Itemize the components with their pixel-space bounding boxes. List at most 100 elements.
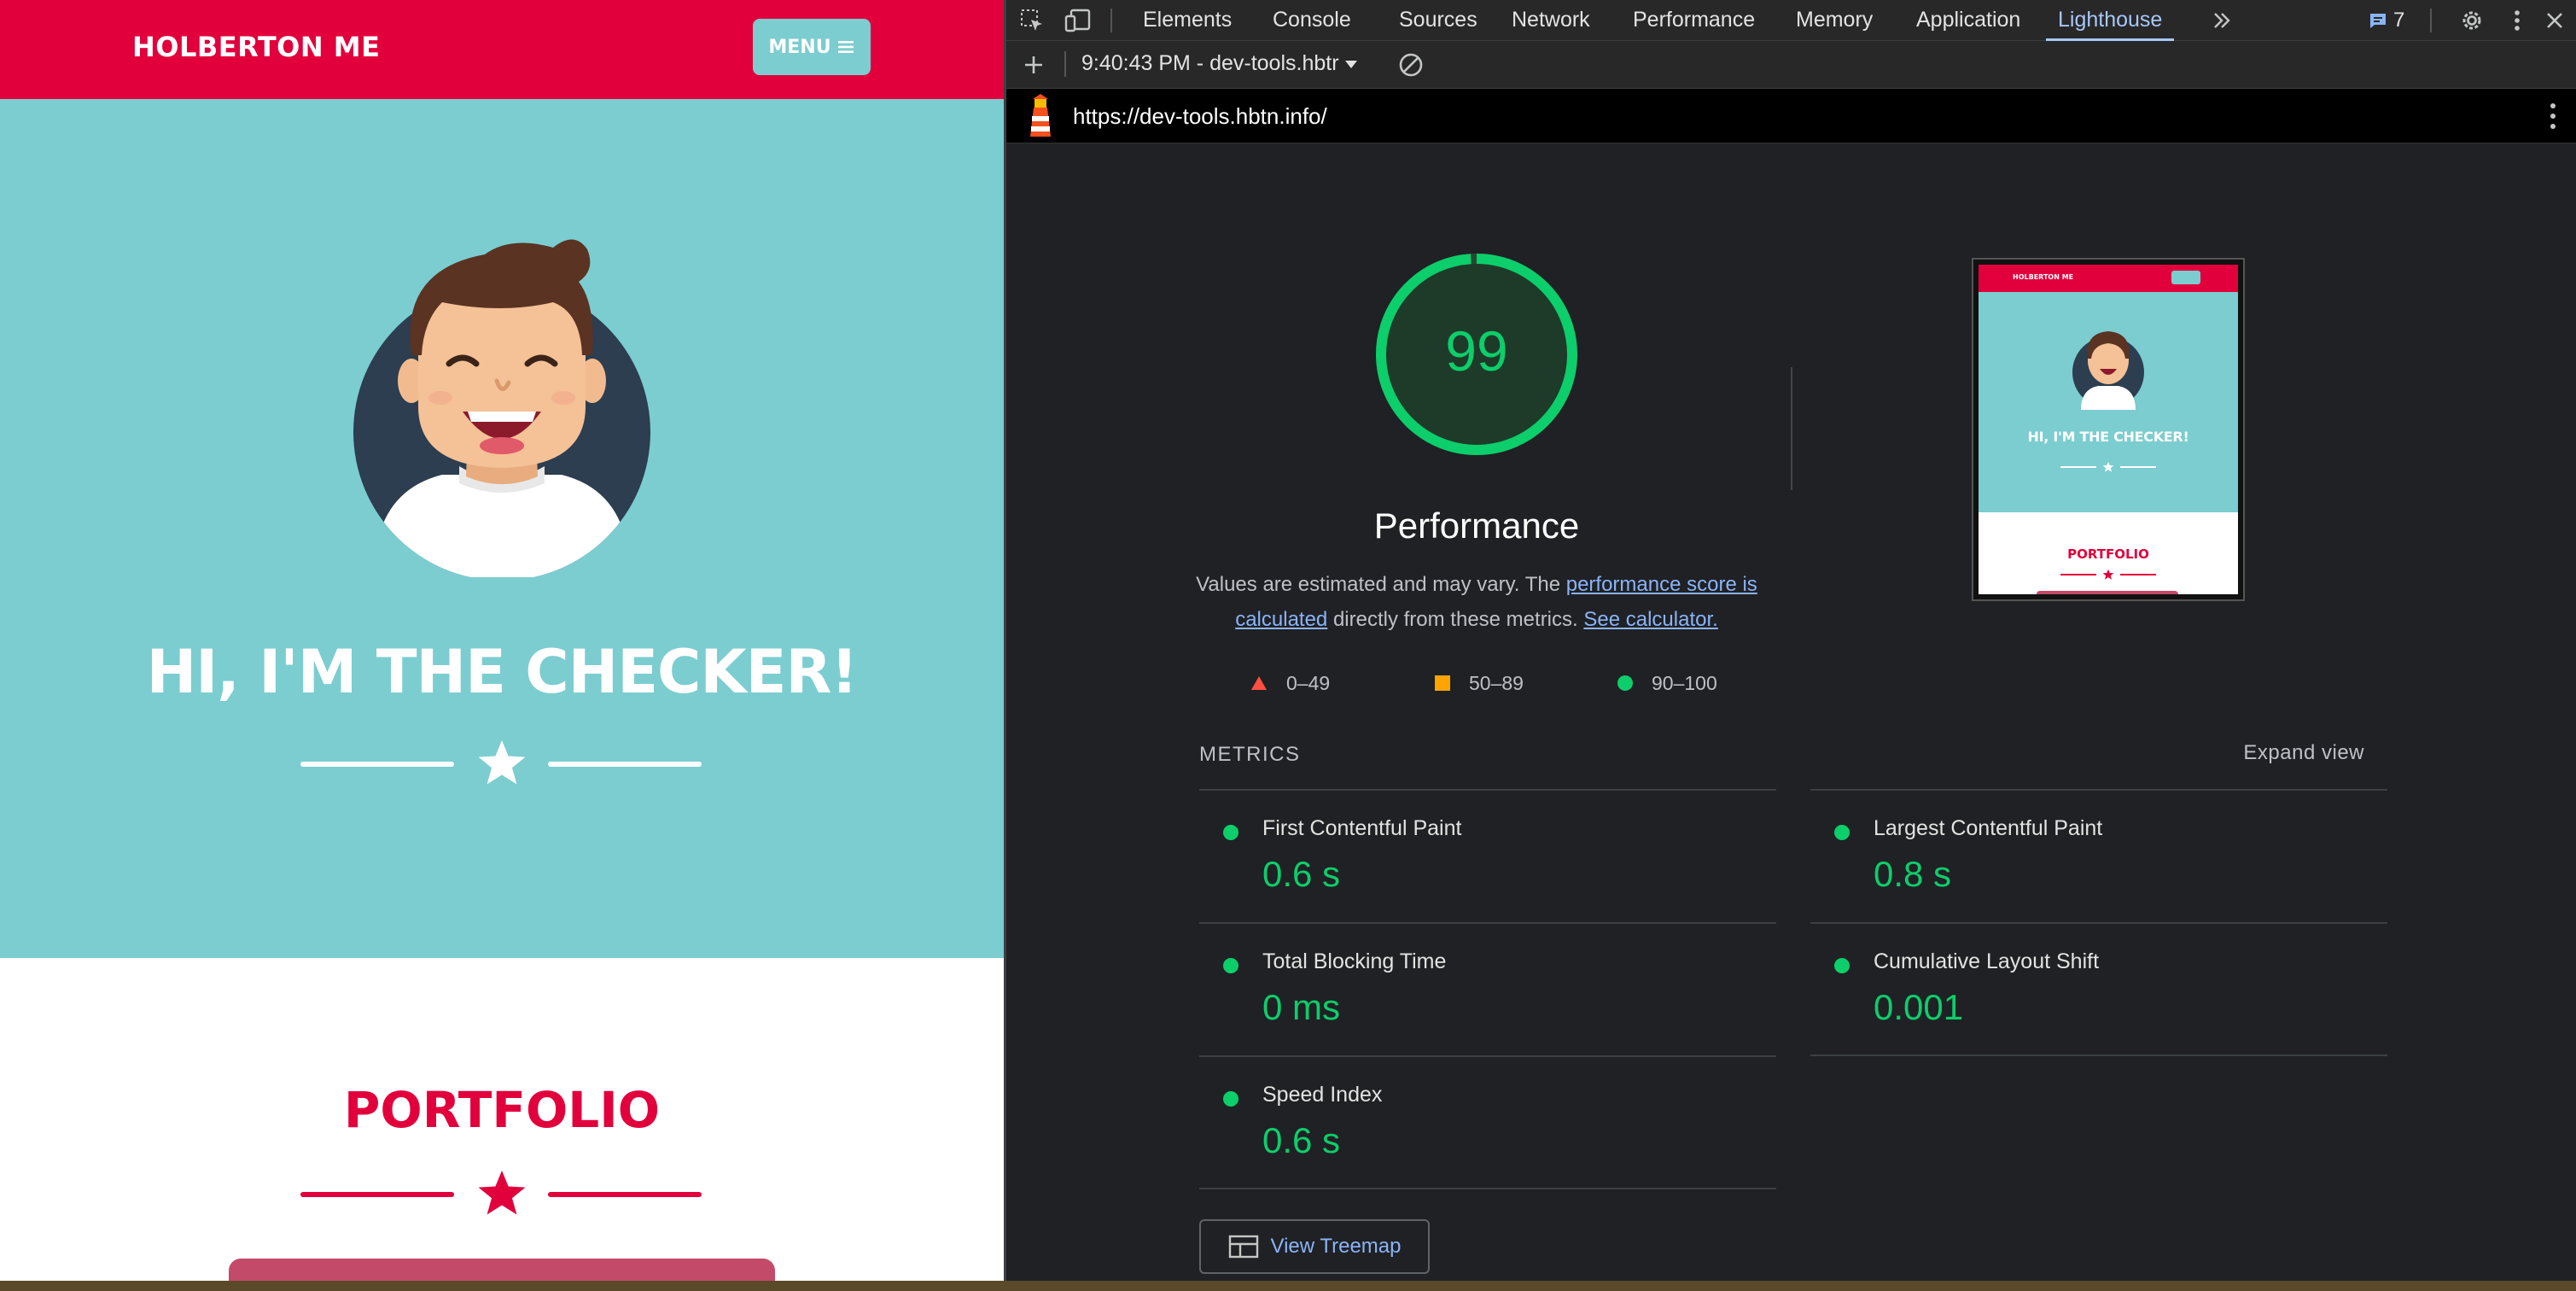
metric-name: Cumulative Layout Shift — [1874, 949, 2100, 973]
expand-view-toggle[interactable]: Expand view — [2243, 741, 2364, 765]
pass-indicator — [1834, 825, 1850, 840]
metric-name: Total Blocking Time — [1262, 949, 1447, 973]
website-viewport: HOLBERTON ME MENU HI, I'M THE CHECKER! P… — [0, 0, 1004, 1281]
tab-network[interactable]: Network — [1512, 0, 1590, 41]
menu-button[interactable]: MENU — [753, 19, 871, 75]
dropdown-arrow-icon — [1344, 60, 1357, 68]
circle-icon — [1617, 675, 1633, 691]
device-toolbar-icon[interactable] — [1063, 5, 1093, 36]
close-icon[interactable] — [2539, 5, 2570, 36]
report-selector-label: 9:40:43 PM - dev-tools.hbtr — [1081, 51, 1339, 75]
thumbnail-title: HI, I'M THE CHECKER! — [2027, 429, 2189, 445]
pass-indicator — [1223, 1091, 1238, 1107]
lighthouse-report: 99 Performance Values are estimated and … — [1006, 143, 2576, 1281]
report-menu-icon[interactable] — [2547, 99, 2559, 133]
kebab-menu-icon[interactable] — [2502, 5, 2532, 36]
legend-item-fail: 0–49 — [1250, 666, 1330, 700]
legend-range: 90–100 — [1652, 671, 1717, 694]
tab-lighthouse[interactable]: Lighthouse — [2046, 0, 2175, 41]
report-url-bar: https://dev-tools.hbtn.info/ — [1006, 89, 2576, 143]
new-report-plus-icon[interactable] — [1018, 50, 1049, 80]
pass-indicator — [1223, 825, 1238, 840]
toolbar-separator — [1064, 51, 1066, 77]
portfolio-title: PORTFOLIO — [343, 1081, 661, 1139]
report-selector[interactable]: 9:40:43 PM - dev-tools.hbtr — [1081, 51, 1358, 76]
clear-reports-icon[interactable] — [1396, 50, 1426, 80]
triangle-icon — [1251, 676, 1267, 690]
tab-elements[interactable]: Elements — [1143, 0, 1232, 41]
tab-sources[interactable]: Sources — [1399, 0, 1477, 41]
star-icon — [478, 740, 526, 785]
tab-memory[interactable]: Memory — [1796, 0, 1873, 41]
page-screenshot-thumbnail[interactable]: HOLBERTON ME HI, I'M THE CHECKER! PORTFO… — [1972, 258, 2245, 601]
score-legend: 0–49 50–89 90–100 — [1250, 666, 1780, 700]
toolbar-separator — [2430, 9, 2432, 32]
metric-value: 0 ms — [1262, 987, 1341, 1027]
portfolio-card[interactable] — [229, 1259, 775, 1281]
performance-score-gauge: 99 — [1376, 254, 1577, 455]
site-brand[interactable]: HOLBERTON ME — [132, 31, 380, 63]
hero-title: HI, I'M THE CHECKER! — [146, 637, 859, 707]
devtools-tab-bar: Elements Console Sources Network Perform… — [1006, 0, 2576, 41]
thumbnail-page: HOLBERTON ME HI, I'M THE CHECKER! PORTFO… — [1979, 265, 2238, 594]
metric-name: Largest Contentful Paint — [1874, 816, 2103, 840]
divider-line-left — [300, 762, 454, 767]
description-middle: directly from these metrics. — [1327, 608, 1584, 631]
lighthouse-toolbar: 9:40:43 PM - dev-tools.hbtr — [1006, 41, 2576, 89]
thumbnail-portfolio-divider — [2060, 569, 2156, 581]
inspect-element-icon[interactable] — [1017, 5, 1047, 36]
thumbnail-brand: HOLBERTON ME — [2013, 273, 2074, 281]
pass-indicator — [1223, 958, 1238, 973]
metric-speed-index: Speed Index 0.6 s — [1199, 1055, 1776, 1189]
description-prefix: Values are estimated and may vary. The — [1196, 573, 1566, 596]
avatar-illustration — [353, 239, 650, 577]
category-title: Performance — [1373, 505, 1580, 546]
metrics-heading: METRICS — [1199, 743, 1301, 766]
thumbnail-hero-divider — [2060, 461, 2156, 473]
legend-range: 0–49 — [1286, 671, 1331, 694]
metric-value: 0.6 s — [1262, 1120, 1341, 1160]
hero-divider — [0, 738, 1004, 789]
score-description: Values are estimated and may vary. The p… — [1195, 567, 1758, 637]
thumbnail-portfolio-card — [2037, 591, 2178, 594]
divider-line-right — [548, 1192, 702, 1197]
more-tabs-icon[interactable] — [2206, 5, 2237, 36]
square-icon — [1435, 675, 1450, 691]
metric-total-blocking-time: Total Blocking Time 0 ms — [1199, 922, 1776, 1055]
report-separator — [1791, 367, 1792, 490]
metric-value: 0.6 s — [1262, 854, 1341, 894]
thumbnail-avatar — [2072, 331, 2144, 410]
metric-name: First Contentful Paint — [1262, 816, 1462, 840]
legend-range: 50–89 — [1469, 671, 1524, 694]
treemap-icon — [1228, 1235, 1258, 1259]
issues-counter[interactable]: 7 — [2368, 7, 2404, 34]
site-header: HOLBERTON ME MENU — [0, 0, 1004, 99]
legend-item-average: 50–89 — [1435, 666, 1524, 700]
star-icon — [478, 1171, 526, 1215]
see-calculator-link[interactable]: See calculator. — [1583, 608, 1717, 631]
metric-value: 0.001 — [1874, 987, 1964, 1027]
portfolio-divider — [0, 1168, 1004, 1219]
divider-line-left — [300, 1192, 454, 1197]
view-treemap-button[interactable]: View Treemap — [1199, 1219, 1430, 1274]
metrics-divider — [1199, 1188, 1776, 1189]
page-url: https://dev-tools.hbtn.info/ — [1073, 103, 1327, 129]
legend-item-pass: 90–100 — [1617, 666, 1717, 700]
hero-section: HI, I'M THE CHECKER! — [0, 99, 1004, 958]
thumbnail-hero: HI, I'M THE CHECKER! — [1979, 292, 2238, 512]
thumbnail-header: HOLBERTON ME — [1979, 265, 2238, 292]
tab-console[interactable]: Console — [1273, 0, 1351, 41]
settings-gear-icon[interactable] — [2457, 5, 2487, 36]
metrics-divider — [1810, 1054, 2387, 1056]
tab-application[interactable]: Application — [1916, 0, 2020, 41]
metric-first-contentful-paint: First Contentful Paint 0.6 s — [1199, 789, 1776, 922]
divider-line-right — [548, 762, 702, 767]
metric-cumulative-layout-shift: Cumulative Layout Shift 0.001 — [1810, 922, 2387, 1055]
issues-icon — [2370, 14, 2386, 28]
issues-count: 7 — [2393, 9, 2405, 32]
thumbnail-portfolio-title: PORTFOLIO — [2067, 546, 2149, 562]
tab-performance[interactable]: Performance — [1633, 0, 1755, 41]
hamburger-icon — [837, 41, 854, 53]
menu-label: MENU — [768, 36, 831, 58]
score-value: 99 — [1445, 319, 1507, 383]
